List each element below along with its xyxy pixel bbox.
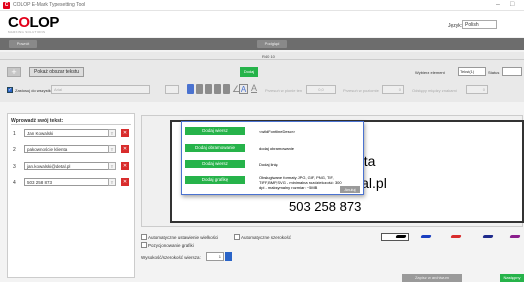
logo-part-3: LOP xyxy=(29,14,60,31)
add-rule-description: Dodaj linię xyxy=(259,162,278,167)
line-format-icon[interactable]: T xyxy=(108,129,116,137)
bold-button[interactable] xyxy=(214,84,221,94)
preview-step-button[interactable]: Podgląd xyxy=(257,40,287,48)
font-select[interactable]: Arial xyxy=(51,85,150,94)
add-border-description: dodaj obramowanie xyxy=(259,146,294,151)
horizontal-move-label: Przesuń w poziomie xyxy=(343,88,379,93)
add-border-button[interactable]: Dodaj obramowanie xyxy=(185,144,245,152)
popup-cancel-button[interactable]: Anuluj xyxy=(340,186,360,193)
delete-line-icon[interactable]: ✕ xyxy=(121,162,129,170)
horizontal-move-input[interactable]: 0 xyxy=(382,85,404,94)
auto-size-checkbox[interactable] xyxy=(141,234,147,240)
line-format-icon[interactable]: T xyxy=(108,162,116,170)
text-line-input-1[interactable]: Jan Kowalski xyxy=(24,129,116,137)
logo-tagline: MARKING SOLUTIONS xyxy=(8,30,46,34)
panel-divider xyxy=(11,124,131,125)
save-archive-button[interactable]: Zapisz w archiwum xyxy=(402,274,462,282)
align-center-button[interactable] xyxy=(196,84,203,94)
line-format-icon[interactable]: T xyxy=(108,178,116,186)
status-select[interactable] xyxy=(502,67,522,76)
char-spacing-label: Odstępy między znakami xyxy=(412,88,457,93)
language-label: Język: xyxy=(448,23,463,29)
add-graphic-button[interactable]: Dodaj grafikę xyxy=(185,176,245,184)
line-number: 1 xyxy=(13,131,16,137)
element-select[interactable]: Tekst(1) xyxy=(458,67,486,76)
show-text-area-button[interactable]: Pokaż obszar tekstu xyxy=(29,67,84,77)
font-size-input[interactable] xyxy=(165,85,179,94)
graphic-position-label: Pozycjonowanie grafiki xyxy=(148,243,194,248)
delete-line-icon[interactable]: ✕ xyxy=(121,178,129,186)
auto-size-label: Automatyczne ustawienie wielkości xyxy=(148,235,219,240)
stamp-text-line-4[interactable]: 503 258 873 xyxy=(289,199,361,214)
text-line-input-4[interactable]: 503 258 873 xyxy=(24,178,116,186)
auto-width-label: Automatyczne szerokość xyxy=(241,235,292,240)
line-number: 3 xyxy=(13,164,16,170)
vertical-move-input[interactable]: 0,0 xyxy=(306,85,336,94)
text-line-input-2[interactable]: pakownoście klienta xyxy=(24,145,116,153)
line-height-input[interactable]: 1 xyxy=(206,252,224,261)
line-height-stepper[interactable] xyxy=(225,252,232,261)
window-title: COLOP E-Mark Typesetting Tool xyxy=(13,2,86,8)
add-element-button[interactable]: + xyxy=(7,67,21,77)
status-label: Status xyxy=(488,70,500,75)
align-right-button[interactable] xyxy=(205,84,212,94)
add-rule-button[interactable]: Dodaj wiersz xyxy=(185,160,245,168)
color-blue-swatch[interactable] xyxy=(420,235,432,238)
line-format-icon[interactable]: T xyxy=(108,145,116,153)
text-input-panel xyxy=(7,113,135,278)
app-header xyxy=(0,11,524,37)
line-height-label: Wysokość/szerokość wiersza: xyxy=(141,255,201,260)
back-button[interactable]: Powrót xyxy=(9,40,37,48)
vertical-move-label: Przesuń w pionie ten xyxy=(265,88,303,93)
color-darkblue-swatch[interactable] xyxy=(482,235,494,238)
language-select[interactable]: Polish xyxy=(462,20,497,29)
auto-width-checkbox[interactable] xyxy=(234,234,240,240)
colop-logo: COLOP xyxy=(8,14,59,31)
add-graphic-description-3: dpi - maksymalny rozmiar: ~5MB xyxy=(259,185,318,190)
maximize-icon[interactable]: □ xyxy=(510,1,514,8)
select-element-label: Wybierz element xyxy=(415,70,445,75)
add-button[interactable]: Dodaj xyxy=(240,67,258,77)
text-line-input-3[interactable]: jan.kowalski@detal.pl xyxy=(24,162,116,170)
graphic-position-checkbox[interactable] xyxy=(141,242,147,248)
color-black-swatch[interactable] xyxy=(395,235,407,238)
delete-line-icon[interactable]: ✕ xyxy=(121,145,129,153)
color-purple-swatch[interactable] xyxy=(509,235,521,238)
color-red-swatch[interactable] xyxy=(450,235,462,238)
align-left-button[interactable] xyxy=(187,84,194,94)
line-number: 2 xyxy=(13,147,16,153)
outline-text-icon[interactable]: A xyxy=(239,84,248,94)
char-spacing-input[interactable]: 0 xyxy=(466,85,488,94)
logo-part-1: C xyxy=(8,14,19,31)
logo-part-2: O xyxy=(18,14,30,31)
add-line-button[interactable]: Dodaj wiersz xyxy=(185,127,245,135)
apply-all-checkbox[interactable]: ✓ xyxy=(7,87,13,93)
delete-line-icon[interactable]: ✕ xyxy=(121,129,129,137)
next-button[interactable]: Następny xyxy=(500,274,524,282)
add-line-description: <wildFontlineDescr> xyxy=(259,129,296,134)
justify-button[interactable] xyxy=(223,84,230,94)
line-number: 4 xyxy=(13,180,16,186)
minimize-icon[interactable]: – xyxy=(496,1,500,8)
toolbar-divider xyxy=(0,59,524,60)
underline-icon[interactable]: A xyxy=(251,83,257,93)
app-icon: C xyxy=(3,2,10,9)
